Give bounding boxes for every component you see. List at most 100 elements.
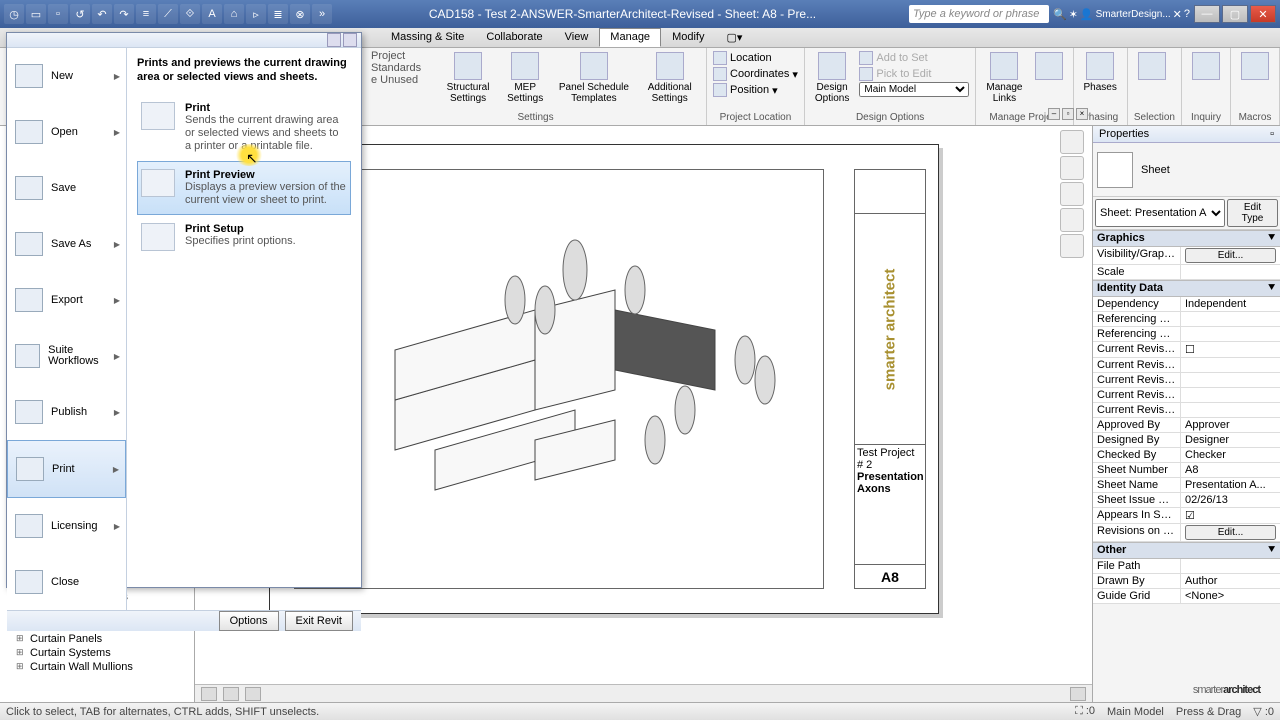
submenu-print-preview[interactable]: Print PreviewDisplays a preview version … — [137, 161, 351, 215]
view-min-icon[interactable]: – — [1048, 108, 1060, 120]
menu-save[interactable]: Save — [7, 160, 126, 216]
tree-item[interactable]: Curtain Systems — [4, 646, 190, 660]
palette-close-icon[interactable]: ▫ — [1270, 128, 1274, 140]
save-icon[interactable]: ▫ — [48, 4, 68, 24]
add-icon — [859, 51, 873, 65]
globe-icon — [713, 67, 727, 81]
search-input[interactable]: Type a keyword or phrase — [909, 5, 1049, 23]
menu-open[interactable]: Open▶ — [7, 104, 126, 160]
tab-collaborate[interactable]: Collaborate — [475, 28, 553, 47]
menu-print[interactable]: Print▶ — [7, 440, 126, 498]
section-identity: Identity Data — [1097, 282, 1163, 295]
redo-icon[interactable]: ↷ — [114, 4, 134, 24]
detail-icon[interactable] — [223, 687, 239, 701]
visual-style-icon[interactable] — [245, 687, 261, 701]
menu-close[interactable]: Close — [7, 554, 126, 610]
instance-selector[interactable]: Sheet: Presentation A — [1095, 199, 1225, 227]
view-icon[interactable]: ⌂ — [224, 4, 244, 24]
transfer-label[interactable]: Project Standards — [371, 50, 430, 74]
help-icon[interactable]: ? — [1184, 8, 1190, 20]
coordinates-button[interactable]: Coordinates ▾ — [713, 66, 798, 82]
purge-label[interactable]: e Unused — [371, 74, 430, 86]
measure-icon[interactable]: ≡ — [136, 4, 156, 24]
recent-docs-icon[interactable] — [327, 33, 341, 47]
tab-massing[interactable]: Massing & Site — [380, 28, 475, 47]
tree-item[interactable]: Curtain Wall Mullions — [4, 660, 190, 674]
scale-icon[interactable] — [201, 687, 217, 701]
quick-access-toolbar: ◷ ▭ ▫ ↺ ↶ ↷ ≡ ⟋ ⟐ A ⌂ ▹ ≣ ⊗ » — [0, 4, 336, 24]
menu-new[interactable]: New▶ — [7, 48, 126, 104]
maximize-button[interactable]: ▢ — [1222, 5, 1248, 23]
filter-icon[interactable]: ▽ :0 — [1253, 705, 1274, 718]
thin-icon[interactable]: ≣ — [268, 4, 288, 24]
options-button[interactable]: Options — [219, 611, 279, 631]
tab-view[interactable]: View — [554, 28, 600, 47]
tab-modify[interactable]: Modify — [661, 28, 715, 47]
open-icon[interactable]: ▭ — [26, 4, 46, 24]
wheel-icon[interactable] — [1060, 156, 1084, 180]
manage-links-button[interactable]: Manage Links — [982, 50, 1026, 106]
menu-suite[interactable]: Suite Workflows▶ — [7, 328, 126, 384]
view-close-icon[interactable]: × — [1076, 108, 1088, 120]
main-model-select[interactable]: Main Model — [859, 82, 969, 97]
view-window-controls: – ▫ × — [1048, 108, 1088, 120]
view-max-icon[interactable]: ▫ — [1062, 108, 1074, 120]
manage-images-button[interactable] — [1031, 50, 1067, 106]
sheet-view: smarter architect Test Project # 2 Prese… — [269, 144, 939, 614]
edit-type-button[interactable]: Edit Type — [1227, 199, 1278, 227]
images-icon — [1035, 52, 1063, 80]
visibility-edit-button[interactable]: Edit... — [1185, 248, 1276, 263]
exit-revit-button[interactable]: Exit Revit — [285, 611, 353, 631]
close-hidden-icon[interactable]: ⊗ — [290, 4, 310, 24]
selection-button[interactable] — [1134, 50, 1170, 82]
menu-publish[interactable]: Publish▶ — [7, 384, 126, 440]
undo-icon[interactable]: ↶ — [92, 4, 112, 24]
app-button[interactable]: ◷ — [4, 4, 24, 24]
more-icon[interactable]: » — [312, 4, 332, 24]
inquiry-button[interactable] — [1188, 50, 1224, 82]
panel-templates-button[interactable]: Panel Schedule Templates — [552, 50, 635, 106]
tree-item[interactable]: Curtain Panels — [4, 632, 190, 646]
pan-icon[interactable] — [1060, 182, 1084, 206]
orbit-icon[interactable] — [1060, 234, 1084, 258]
additional-settings-button[interactable]: Additional Settings — [639, 50, 700, 106]
pick-to-edit-button[interactable]: Pick to Edit — [859, 66, 969, 82]
sync-icon[interactable]: ↺ — [70, 4, 90, 24]
export-icon — [15, 288, 43, 312]
text-icon[interactable]: A — [202, 4, 222, 24]
add-to-set-button[interactable]: Add to Set — [859, 50, 969, 66]
zoom-icon[interactable] — [1060, 208, 1084, 232]
tab-manage[interactable]: Manage — [599, 28, 661, 47]
location-button[interactable]: Location — [713, 50, 798, 66]
recent-list-icon[interactable] — [343, 33, 357, 47]
submenu-print-setup[interactable]: Print SetupSpecifies print options. — [137, 215, 351, 259]
align-icon[interactable]: ⟋ — [158, 4, 178, 24]
menu-licensing[interactable]: Licensing▶ — [7, 498, 126, 554]
tab-extra-icon[interactable]: ▢▾ — [715, 28, 753, 47]
submenu-print[interactable]: PrintSends the current drawing area or s… — [137, 94, 351, 161]
phases-button[interactable]: Phases — [1080, 50, 1121, 95]
exchange-icon[interactable]: ✕ — [1173, 8, 1182, 21]
pin-icon — [713, 51, 727, 65]
dim-icon[interactable]: ⟐ — [180, 4, 200, 24]
structural-settings-button[interactable]: Structural Settings — [438, 50, 498, 106]
home-icon[interactable] — [1060, 130, 1084, 154]
search-go-icon[interactable]: 🔍 — [1053, 8, 1067, 21]
main-model-status[interactable]: Main Model — [1107, 706, 1164, 718]
crop-icon[interactable] — [1070, 687, 1086, 701]
application-menu: New▶ Open▶ Save Save As▶ Export▶ Suite W… — [6, 32, 362, 588]
comm-icon[interactable]: ✶ — [1069, 8, 1078, 21]
submenu-heading: Prints and previews the current drawing … — [137, 56, 351, 84]
position-button[interactable]: Position ▾ — [713, 82, 798, 98]
mep-settings-button[interactable]: MEP Settings — [502, 50, 548, 106]
workset-icon[interactable]: ⛶ :0 — [1075, 705, 1095, 718]
menu-save-as[interactable]: Save As▶ — [7, 216, 126, 272]
macros-button[interactable] — [1237, 50, 1273, 82]
revisions-edit-button[interactable]: Edit... — [1185, 525, 1276, 540]
design-options-button[interactable]: Design Options — [811, 50, 853, 106]
minimize-button[interactable]: — — [1194, 5, 1220, 23]
section-icon[interactable]: ▹ — [246, 4, 266, 24]
menu-export[interactable]: Export▶ — [7, 272, 126, 328]
close-button[interactable]: ✕ — [1250, 5, 1276, 23]
user-icon[interactable]: 👤 — [1080, 8, 1094, 21]
